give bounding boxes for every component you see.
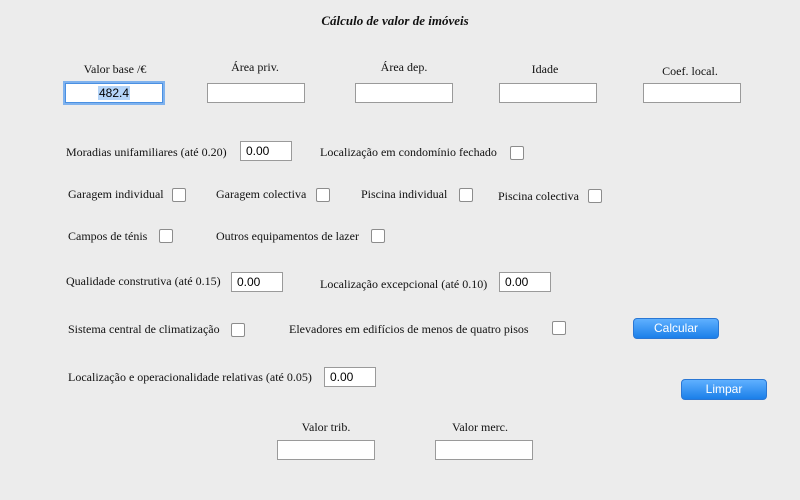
idade-label: Idade [531, 62, 559, 76]
qualidade-input[interactable]: 0.00 [231, 272, 283, 292]
moradias-label: Moradias unifamiliares (até 0.20) [66, 145, 227, 159]
loc-excepcional-input[interactable]: 0.00 [499, 272, 551, 292]
piscina-individual-checkbox[interactable] [459, 188, 473, 202]
area-dep-label: Área dep. [380, 60, 428, 74]
valor-trib-label: Valor trib. [301, 420, 351, 434]
valor-base-input[interactable]: 482.4 [65, 83, 163, 103]
area-priv-label: Área priv. [231, 60, 279, 74]
valor-merc-label: Valor merc. [452, 420, 508, 434]
climatizacao-label: Sistema central de climatização [68, 322, 220, 336]
valor-base-label: Valor base /€ [83, 62, 147, 76]
campos-tenis-checkbox[interactable] [159, 229, 173, 243]
area-priv-input[interactable] [207, 83, 305, 103]
valor-trib-output[interactable] [277, 440, 375, 460]
campos-tenis-label: Campos de ténis [68, 229, 148, 243]
idade-input[interactable] [499, 83, 597, 103]
piscina-colectiva-label: Piscina colectiva [498, 189, 579, 203]
moradias-input[interactable]: 0.00 [240, 141, 292, 161]
climatizacao-checkbox[interactable] [231, 323, 245, 337]
loc-operacionalidade-input[interactable]: 0.00 [324, 367, 376, 387]
garagem-colectiva-checkbox[interactable] [316, 188, 330, 202]
piscina-individual-label: Piscina individual [361, 187, 448, 201]
page-title: Cálculo de valor de imóveis [321, 13, 469, 28]
condominio-label: Localização em condomínio fechado [320, 145, 497, 159]
valor-merc-output[interactable] [435, 440, 533, 460]
limpar-button[interactable]: Limpar [681, 379, 767, 400]
piscina-colectiva-checkbox[interactable] [588, 189, 602, 203]
valor-base-value: 482.4 [97, 86, 131, 100]
outros-lazer-checkbox[interactable] [371, 229, 385, 243]
garagem-individual-label: Garagem individual [68, 187, 164, 201]
calcular-button[interactable]: Calcular [633, 318, 719, 339]
outros-lazer-label: Outros equipamentos de lazer [216, 229, 359, 243]
garagem-individual-checkbox[interactable] [172, 188, 186, 202]
qualidade-label: Qualidade construtiva (até 0.15) [66, 274, 221, 288]
condominio-checkbox[interactable] [510, 146, 524, 160]
elevadores-label: Elevadores em edifícios de menos de quat… [289, 322, 529, 336]
coef-local-input[interactable] [643, 83, 741, 103]
elevadores-checkbox[interactable] [552, 321, 566, 335]
loc-excepcional-label: Localização excepcional (até 0.10) [320, 277, 488, 291]
garagem-colectiva-label: Garagem colectiva [216, 187, 307, 201]
area-dep-input[interactable] [355, 83, 453, 103]
coef-local-label: Coef. local. [662, 64, 718, 78]
loc-operacionalidade-label: Localização e operacionalidade relativas… [68, 370, 312, 384]
